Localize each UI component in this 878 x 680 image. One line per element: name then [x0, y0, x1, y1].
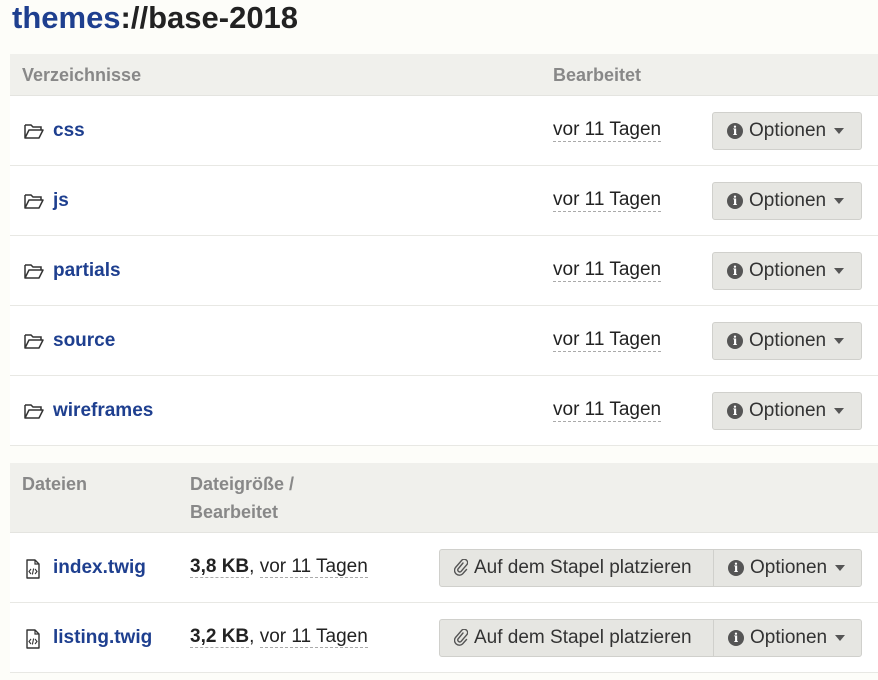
page-title: themes://base-2018 [12, 0, 298, 36]
options-button[interactable]: i Optionen [712, 182, 862, 220]
folder-open-icon [24, 122, 44, 140]
modified-date: vor 11 Tagen [553, 259, 662, 282]
folder-open-icon [24, 262, 44, 280]
options-button[interactable]: i Optionen [713, 619, 862, 657]
options-button[interactable]: i Optionen [712, 392, 862, 430]
options-button[interactable]: i Optionen [712, 252, 862, 290]
header-modified: Bearbeitet [553, 65, 642, 85]
info-circle-icon: i [727, 333, 743, 349]
directory-row: source vor 11 Tagen i Optionen [10, 306, 878, 376]
modified-date: vor 11 Tagen [553, 119, 662, 142]
info-circle-icon: i [728, 630, 744, 646]
caret-down-icon [834, 408, 845, 414]
caret-down-icon [834, 338, 845, 344]
directory-link[interactable]: css [53, 120, 85, 142]
modified-date: vor 11 Tagen [553, 189, 662, 212]
caret-down-icon [834, 198, 845, 204]
file-link[interactable]: index.twig [53, 557, 146, 579]
file-link[interactable]: listing.twig [53, 627, 152, 649]
caret-down-icon [834, 128, 845, 134]
modified-date: vor 11 Tagen [553, 329, 662, 352]
info-circle-icon: i [727, 123, 743, 139]
file-row: listing.twig 3,2 KB, vor 11 Tagen Auf de… [10, 603, 878, 673]
modified-date: vor 11 Tagen [553, 399, 662, 422]
file-row: index.twig 3,8 KB, vor 11 Tagen Auf dem … [10, 533, 878, 603]
files-table: Dateien Dateigröße / Bearbeitet index.twi… [10, 463, 878, 673]
file-size: 3,2 KB [190, 626, 250, 648]
folder-open-icon [24, 402, 44, 420]
options-button[interactable]: i Optionen [712, 322, 862, 360]
directory-row: wireframes vor 11 Tagen i Optionen [10, 376, 878, 446]
file-code-icon [24, 629, 44, 649]
modified-date: vor 11 Tagen [259, 556, 368, 578]
caret-down-icon [835, 565, 846, 571]
file-size: 3,8 KB [190, 556, 250, 578]
directory-link[interactable]: wireframes [53, 400, 153, 422]
header-size-modified: Dateigröße / Bearbeitet [190, 474, 295, 522]
directory-row: partials vor 11 Tagen i Optionen [10, 236, 878, 306]
modified-date: vor 11 Tagen [259, 626, 368, 648]
folder-open-icon [24, 332, 44, 350]
file-size-date: 3,2 KB, vor 11 Tagen [190, 626, 368, 648]
breadcrumb-path: ://base-2018 [120, 0, 299, 35]
file-size-date: 3,8 KB, vor 11 Tagen [190, 556, 368, 578]
header-files: Dateien [22, 474, 88, 494]
breadcrumb-themes-link[interactable]: themes [12, 0, 121, 35]
directory-link[interactable]: source [53, 330, 115, 352]
directories-table: Verzeichnisse Bearbeitet css vor 11 Tage… [10, 54, 878, 446]
files-header: Dateien Dateigröße / Bearbeitet [10, 463, 878, 533]
caret-down-icon [835, 635, 846, 641]
directory-link[interactable]: js [53, 190, 69, 212]
info-circle-icon: i [728, 560, 744, 576]
info-circle-icon: i [727, 193, 743, 209]
add-to-stack-button[interactable]: Auf dem Stapel platzieren [439, 549, 714, 587]
options-button[interactable]: i Optionen [712, 112, 862, 150]
directory-row: js vor 11 Tagen i Optionen [10, 166, 878, 236]
folder-open-icon [24, 192, 44, 210]
paperclip-icon [454, 559, 468, 577]
add-to-stack-button[interactable]: Auf dem Stapel platzieren [439, 619, 714, 657]
directory-row: css vor 11 Tagen i Optionen [10, 96, 878, 166]
info-circle-icon: i [727, 403, 743, 419]
caret-down-icon [834, 268, 845, 274]
directory-link[interactable]: partials [53, 260, 121, 282]
options-button[interactable]: i Optionen [713, 549, 862, 587]
header-directories: Verzeichnisse [22, 65, 142, 85]
file-code-icon [24, 559, 44, 579]
paperclip-icon [454, 629, 468, 647]
info-circle-icon: i [727, 263, 743, 279]
directories-header: Verzeichnisse Bearbeitet [10, 54, 878, 96]
